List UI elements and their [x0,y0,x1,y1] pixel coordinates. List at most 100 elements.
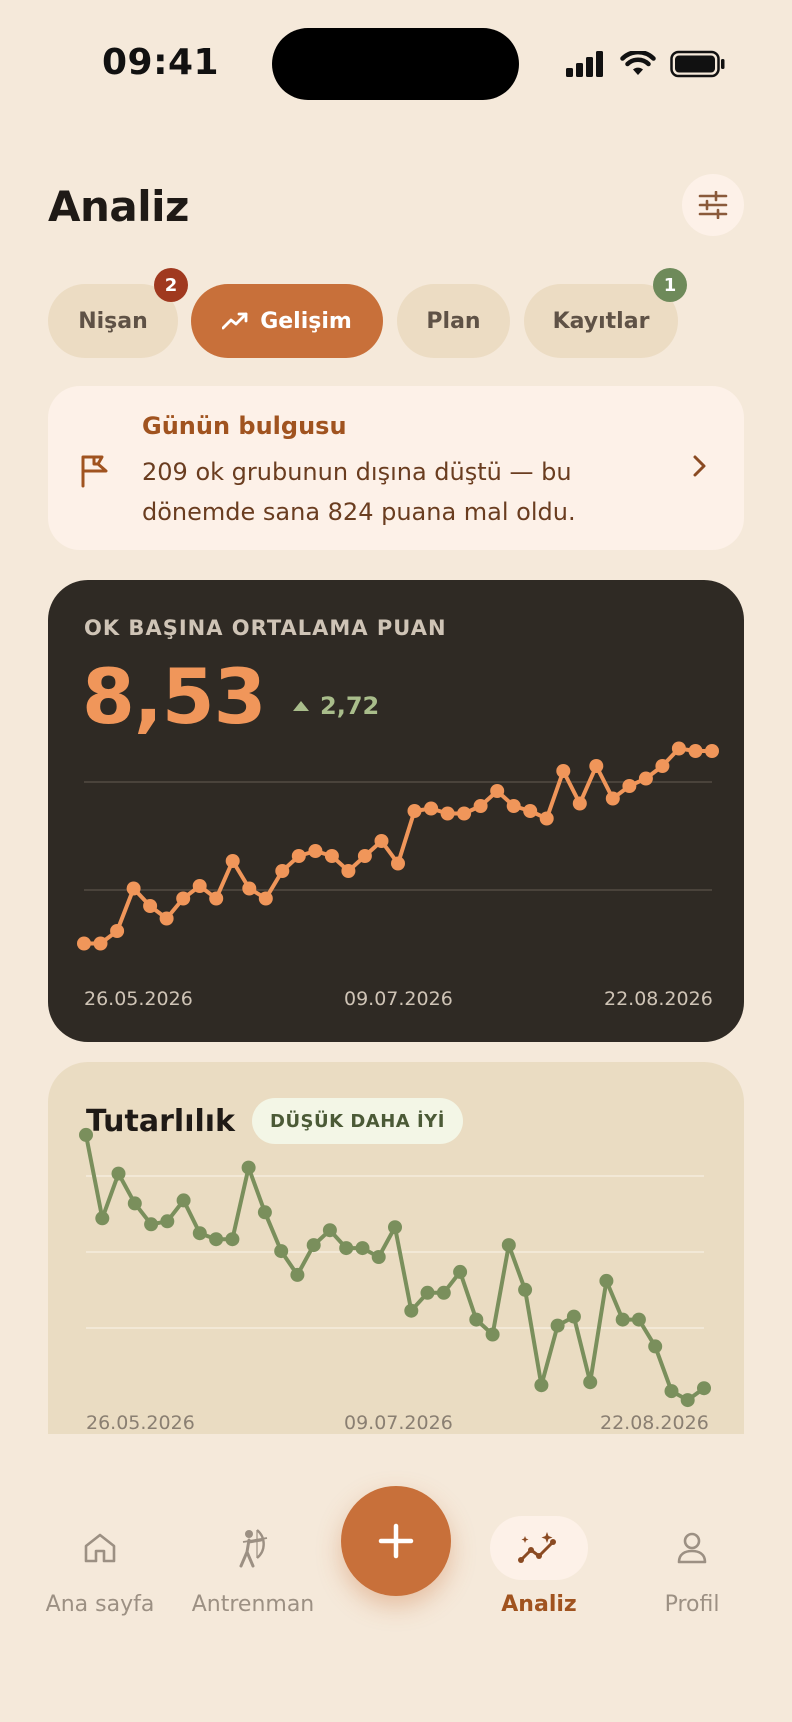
data-point [457,806,472,821]
data-point [407,804,422,818]
data-point [453,1264,468,1279]
data-point [209,891,224,906]
nav-label: Profil [664,1592,720,1617]
bottom-navigation: Ana sayfa Antrenman Analiz Profil [0,1434,792,1722]
data-point [258,891,273,906]
data-point [176,891,191,906]
series-line [84,746,712,946]
data-point [324,849,339,863]
data-point [160,1214,175,1229]
data-point [622,779,637,793]
data-point [404,1303,419,1318]
data-point [225,1232,240,1247]
data-point [550,1318,565,1333]
status-bar: 09:41 [0,0,792,120]
data-point [697,1381,711,1396]
data-point [671,741,686,756]
insight-card[interactable]: Günün bulgusu 209 ok grubunun dışına düş… [48,386,744,550]
data-point [420,1285,435,1300]
x-tick-label: 26.05.2026 [86,1412,195,1434]
data-point [566,1309,581,1324]
data-point [209,1232,224,1247]
tab-label: Kayıtlar [552,308,650,334]
data-point [534,1378,549,1393]
signal-icon [566,51,603,77]
nav-home[interactable]: Ana sayfa [20,1516,180,1617]
data-point [688,744,703,758]
data-point [357,849,372,863]
data-point [506,799,521,813]
flag-icon [80,454,110,492]
data-point [159,911,174,926]
tab-plan[interactable]: Plan [397,284,510,358]
data-point [680,1393,695,1408]
plus-icon [378,1523,414,1559]
score-delta-value: 2,72 [320,692,380,720]
x-tick-label: 09.07.2026 [344,988,453,1010]
lower-is-better-pill: DÜŞÜK DAHA İYİ [252,1098,463,1144]
data-point [440,806,455,821]
data-point [485,1327,500,1342]
data-point [242,881,257,896]
data-point [275,864,290,878]
data-point [638,771,653,786]
x-tick-label: 09.07.2026 [344,1412,453,1434]
trending-up-icon [222,312,248,330]
series-line [84,1134,706,1403]
nav-profile[interactable]: Profil [612,1516,772,1617]
tab-nisan[interactable]: Nişan 2 [48,268,188,358]
nav-label: Analiz [501,1592,577,1617]
filter-button[interactable] [682,174,744,236]
data-point [126,881,141,896]
data-point [371,1250,386,1264]
data-point [111,1166,126,1181]
data-point [127,1196,142,1211]
data-point [95,1211,110,1226]
home-icon [51,1516,149,1580]
data-point [388,1220,402,1235]
data-point [176,1193,191,1208]
average-score-card: OK BAŞINA ORTALAMA PUAN 8,53 2,72 26.05.… [48,580,744,1042]
data-point [308,844,323,858]
data-point [501,1238,516,1253]
tab-gelisim[interactable]: Gelişim [191,284,383,358]
average-score-chart [77,741,719,951]
data-point [192,1226,207,1241]
card-title: Tutarlılık [86,1104,235,1139]
data-point [225,854,240,868]
add-session-button[interactable] [341,1486,451,1596]
data-point [143,899,158,913]
insight-text: 209 ok grubunun dışına düştü — bu dönemd… [142,458,576,526]
nav-analysis[interactable]: Analiz [459,1516,619,1617]
triangle-up-icon [293,701,309,711]
data-point [490,784,505,798]
data-point [589,759,604,773]
data-point [436,1285,451,1300]
data-point [322,1223,337,1238]
archer-icon [204,1516,302,1580]
tab-label: Plan [426,308,481,334]
data-point [572,796,587,811]
tab-kayitlar[interactable]: Kayıtlar 1 [524,268,687,358]
average-score-value: 8,53 [82,652,267,741]
data-point [355,1241,370,1256]
consistency-card: Tutarlılık DÜŞÜK DAHA İYİ 26.05.2026 09.… [48,1062,744,1434]
tab-label: Gelişim [260,308,352,334]
data-point [539,811,554,826]
data-point [341,864,356,878]
data-point [110,924,125,938]
nav-label: Ana sayfa [45,1592,155,1617]
data-point [583,1375,598,1390]
data-point [664,1384,679,1399]
data-point [291,849,306,863]
data-point [241,1160,256,1175]
data-point [648,1339,663,1354]
data-point [93,936,108,951]
chevron-right-icon [692,454,708,482]
data-point [631,1312,646,1327]
data-point [144,1217,159,1232]
data-point [192,879,207,893]
card-label: OK BAŞINA ORTALAMA PUAN [84,616,447,640]
data-point [556,764,571,778]
nav-training[interactable]: Antrenman [173,1516,333,1617]
